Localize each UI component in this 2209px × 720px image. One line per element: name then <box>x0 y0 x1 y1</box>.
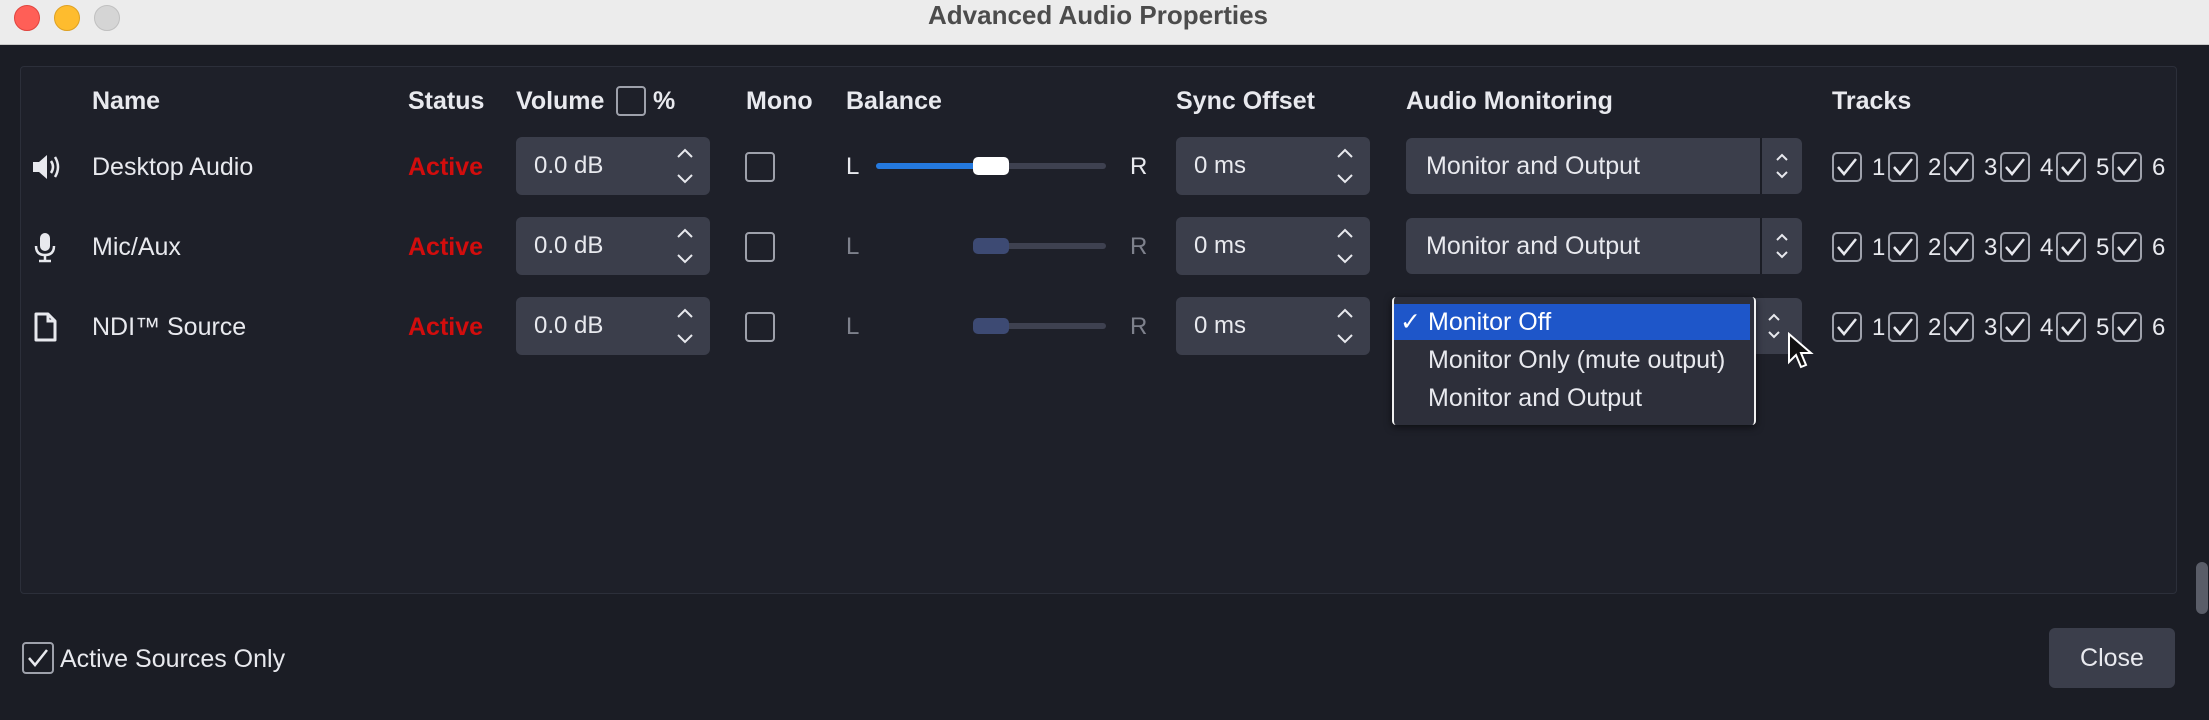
track-number: 4 <box>2040 154 2054 181</box>
track-4-checkbox[interactable] <box>2000 152 2030 182</box>
window-title: Advanced Audio Properties <box>928 0 1268 30</box>
track-number: 6 <box>2152 234 2166 261</box>
header-audio-monitoring: Audio Monitoring <box>1406 87 1613 115</box>
volume-percent-checkbox[interactable] <box>616 86 646 116</box>
source-name: Desktop Audio <box>92 153 254 181</box>
source-status: Active <box>408 233 484 261</box>
header-volume-percent: % <box>653 87 676 115</box>
select-arrows-icon <box>1772 228 1792 264</box>
select-arrows-icon <box>1772 148 1792 184</box>
monitoring-option-monitor-off[interactable]: ✓ Monitor Off <box>1394 304 1750 340</box>
track-5-checkbox[interactable] <box>2056 232 2086 262</box>
balance-slider-handle[interactable] <box>973 157 1009 175</box>
track-number: 1 <box>1872 154 1886 181</box>
track-1-checkbox[interactable] <box>1832 152 1862 182</box>
track-number: 2 <box>1928 234 1942 261</box>
track-6-checkbox[interactable] <box>2112 232 2142 262</box>
track-4-checkbox[interactable] <box>2000 232 2030 262</box>
document-icon <box>34 312 57 342</box>
header-volume: Volume <box>516 87 605 115</box>
title-bar: Advanced Audio Properties <box>0 0 2209 45</box>
header-balance: Balance <box>846 87 942 115</box>
balance-left-label: L <box>846 153 860 180</box>
microphone-icon <box>34 233 56 263</box>
active-sources-only-label: Active Sources Only <box>60 645 286 673</box>
track-1-checkbox[interactable] <box>1832 232 1862 262</box>
spin-arrows-icon[interactable] <box>1334 305 1356 347</box>
source-name: Mic/Aux <box>92 233 181 261</box>
spin-arrows-icon[interactable] <box>674 225 696 267</box>
track-number: 3 <box>1984 154 1998 181</box>
select-arrows-icon <box>1764 308 1784 344</box>
track-number: 6 <box>2152 314 2166 341</box>
mouse-cursor-icon <box>1788 332 1814 369</box>
monitoring-option-monitor-and-output[interactable]: Monitor and Output <box>1394 380 1750 416</box>
track-number: 2 <box>1928 314 1942 341</box>
track-3-checkbox[interactable] <box>1944 152 1974 182</box>
audio-monitoring-select[interactable]: Monitor and Output <box>1406 138 1802 194</box>
track-number: 1 <box>1872 234 1886 261</box>
source-status: Active <box>408 153 484 181</box>
track-number: 3 <box>1984 234 1998 261</box>
balance-left-label: L <box>846 313 860 340</box>
track-number: 4 <box>2040 314 2054 341</box>
volume-spinbox[interactable]: 0.0 dB <box>516 297 710 355</box>
track-number: 3 <box>1984 314 1998 341</box>
mono-checkbox[interactable] <box>745 232 775 262</box>
spin-arrows-icon[interactable] <box>1334 225 1356 267</box>
source-name: NDI™ Source <box>92 313 247 341</box>
track-number: 5 <box>2096 234 2110 261</box>
volume-spinbox[interactable]: 0.0 dB <box>516 137 710 195</box>
close-button[interactable]: Close <box>2049 628 2175 688</box>
mono-checkbox[interactable] <box>745 152 775 182</box>
header-status: Status <box>408 87 485 115</box>
sync-offset-spinbox[interactable]: 0 ms <box>1176 217 1370 275</box>
track-3-checkbox[interactable] <box>1944 232 1974 262</box>
track-number: 1 <box>1872 314 1886 341</box>
spin-arrows-icon[interactable] <box>674 145 696 187</box>
track-4-checkbox[interactable] <box>2000 312 2030 342</box>
track-2-checkbox[interactable] <box>1888 232 1918 262</box>
track-2-checkbox[interactable] <box>1888 152 1918 182</box>
source-status: Active <box>408 313 484 341</box>
balance-slider-handle[interactable] <box>973 318 1009 334</box>
header-sync-offset: Sync Offset <box>1176 87 1315 115</box>
header-mono: Mono <box>746 87 813 115</box>
balance-left-label: L <box>846 233 860 260</box>
monitoring-option-monitor-only[interactable]: Monitor Only (mute output) <box>1394 342 1750 378</box>
track-3-checkbox[interactable] <box>1944 312 1974 342</box>
active-sources-only-checkbox[interactable] <box>22 642 54 674</box>
track-6-checkbox[interactable] <box>2112 312 2142 342</box>
header-tracks: Tracks <box>1832 87 1912 115</box>
balance-slider-handle[interactable] <box>973 238 1009 254</box>
track-number: 6 <box>2152 154 2166 181</box>
track-number: 5 <box>2096 154 2110 181</box>
track-1-checkbox[interactable] <box>1832 312 1862 342</box>
spin-arrows-icon[interactable] <box>674 305 696 347</box>
balance-right-label: R <box>1130 233 1148 260</box>
sync-offset-spinbox[interactable]: 0 ms <box>1176 297 1370 355</box>
header-name: Name <box>92 87 161 115</box>
sync-offset-spinbox[interactable]: 0 ms <box>1176 137 1370 195</box>
check-icon: ✓ <box>1400 308 1421 336</box>
balance-right-label: R <box>1130 153 1148 180</box>
track-5-checkbox[interactable] <box>2056 152 2086 182</box>
volume-spinbox[interactable]: 0.0 dB <box>516 217 710 275</box>
window-scrollbar[interactable] <box>2196 562 2208 614</box>
track-number: 2 <box>1928 154 1942 181</box>
track-5-checkbox[interactable] <box>2056 312 2086 342</box>
spin-arrows-icon[interactable] <box>1334 145 1356 187</box>
monitoring-dropdown-menu: ✓ Monitor Off Monitor Only (mute output)… <box>1392 297 1756 425</box>
track-number: 5 <box>2096 314 2110 341</box>
track-6-checkbox[interactable] <box>2112 152 2142 182</box>
audio-monitoring-select[interactable]: Monitor and Output <box>1406 218 1802 274</box>
track-2-checkbox[interactable] <box>1888 312 1918 342</box>
balance-right-label: R <box>1130 313 1148 340</box>
checkmark-icon <box>28 649 48 667</box>
track-number: 4 <box>2040 234 2054 261</box>
mono-checkbox[interactable] <box>745 312 775 342</box>
speaker-icon <box>33 155 60 179</box>
